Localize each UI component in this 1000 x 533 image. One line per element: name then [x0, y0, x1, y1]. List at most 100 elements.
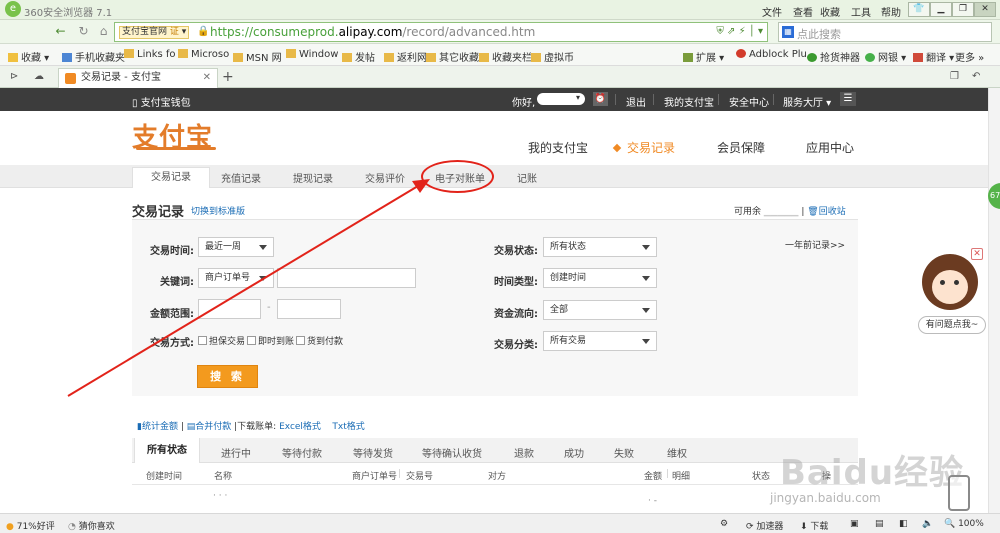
time-type-select[interactable]: 创建时间 — [543, 268, 657, 288]
security-center-link[interactable]: 安全中心 — [729, 94, 769, 109]
menu-view[interactable]: 查看 — [793, 4, 813, 19]
vertical-scrollbar[interactable] — [988, 88, 1000, 513]
site-verified-badge[interactable]: 支付宝官网 证 ▾ — [119, 26, 190, 39]
download-manager-button[interactable]: ⬇ 下载 — [800, 519, 828, 532]
status-icon-c[interactable]: ◧ — [899, 519, 908, 529]
nav-my-alipay[interactable]: 我的支付宝 — [528, 139, 588, 156]
bookmark-post[interactable]: 发帖 — [342, 49, 375, 64]
toolbar-ebank[interactable]: 网银 ▾ — [865, 49, 906, 64]
restore-button[interactable]: ❐ — [952, 2, 974, 17]
bookmark-rebate[interactable]: 返利网 — [384, 49, 427, 64]
close-helper-icon[interactable]: ✕ — [971, 248, 983, 260]
fund-flow-select[interactable]: 全部 — [543, 300, 657, 320]
stats-amount-link[interactable]: ▮统计金额 — [137, 422, 178, 432]
toolbar-adblock[interactable]: Adblock Plu — [736, 49, 807, 60]
toolbar-translate[interactable]: 翻译 ▾ — [913, 49, 954, 64]
zoom-level[interactable]: 🔍 100% — [944, 519, 984, 529]
new-tab-button[interactable]: + — [222, 69, 234, 85]
tab-list-icon[interactable]: ❐ — [950, 71, 959, 82]
keyword-input[interactable] — [277, 268, 416, 288]
menu-file[interactable]: 文件 — [762, 4, 782, 19]
bookmark-crypto[interactable]: 虚拟币 — [531, 49, 574, 64]
subnav-recharge[interactable]: 充值记录 — [221, 170, 261, 185]
amount-max-input[interactable] — [277, 299, 341, 319]
status-tab-all[interactable]: 所有状态 — [134, 438, 200, 463]
bookmark-others[interactable]: 其它收藏 — [426, 49, 479, 64]
search-engine-icon[interactable]: ▦ — [782, 26, 794, 38]
search-box[interactable]: ▦ 点此搜索 — [778, 22, 992, 42]
search-button[interactable]: 搜 索 — [197, 365, 258, 388]
refresh-icon[interactable]: ↻ — [75, 23, 92, 40]
tab-alipay-records[interactable]: 交易记录 - 支付宝 ✕ — [58, 68, 218, 88]
menu-help[interactable]: 帮助 — [881, 4, 901, 19]
status-tab-dispute[interactable]: 维权 — [667, 445, 687, 460]
bookmark-favorites[interactable]: 收藏 ▾ — [8, 49, 49, 64]
download-txt-link[interactable]: Txt格式 — [332, 422, 364, 432]
status-tab-await-shipping[interactable]: 等待发货 — [353, 445, 393, 460]
toolbar-extensions[interactable]: 扩展 ▾ — [683, 49, 724, 64]
address-bar-tools[interactable]: ⛨ ⇗ ⚡ │ ▾ — [716, 26, 763, 37]
amount-min-input[interactable] — [198, 299, 261, 319]
trade-time-select[interactable]: 最近一周 — [198, 237, 274, 257]
help-character-avatar[interactable] — [922, 254, 978, 310]
close-window-button[interactable]: ✕ — [974, 2, 996, 17]
back-arrow-icon[interactable]: ← — [52, 23, 69, 40]
sidebar-toggle-icon[interactable]: ⊳ — [10, 71, 18, 82]
alipay-logo[interactable]: 支付宝 — [132, 117, 216, 154]
bookmark-mobile[interactable]: 手机收藏夹 — [62, 49, 125, 64]
guess-you-like[interactable]: ◔ 猜你喜欢 — [68, 519, 115, 532]
checkbox-cod[interactable]: 货到付款 — [296, 334, 343, 347]
status-tab-failed[interactable]: 失败 — [614, 445, 634, 460]
status-icon-b[interactable]: ▤ — [875, 519, 884, 529]
toolbar-more[interactable]: 更多 » — [955, 49, 984, 64]
bookmark-favbar[interactable]: 收藏夹栏 — [479, 49, 532, 64]
nav-transaction-records[interactable]: 交易记录 — [612, 139, 675, 156]
bookmark-msn[interactable]: MSN 网 — [233, 49, 282, 64]
checkbox-instant[interactable]: 即时到账 — [247, 334, 294, 347]
menu-favorites[interactable]: 收藏 — [820, 4, 840, 19]
accelerator-button[interactable]: ⟳ 加速器 — [746, 519, 783, 532]
status-icon-a[interactable]: ▣ — [850, 519, 859, 529]
skin-button[interactable]: 👕 — [908, 2, 930, 17]
keyword-type-select[interactable]: 商户订单号 — [198, 268, 274, 288]
address-bar[interactable]: 支付宝官网 证 ▾ 🔒 https://consumeprod.alipay.c… — [114, 22, 768, 42]
logout-link[interactable]: 退出 — [626, 94, 646, 109]
my-alipay-link[interactable]: 我的支付宝 — [664, 94, 714, 109]
toolbar-grabber[interactable]: 抢货神器 — [807, 49, 860, 64]
help-bubble[interactable]: 有问题点我~ — [918, 316, 986, 334]
cloud-icon[interactable]: ☁ — [34, 71, 44, 82]
close-tab-icon[interactable]: ✕ — [203, 69, 211, 87]
bookmark-microsoft[interactable]: Microso — [178, 49, 229, 60]
nav-member-protection[interactable]: 会员保障 — [717, 139, 765, 156]
wallet-link[interactable]: ▯ 支付宝钱包 — [132, 94, 191, 109]
username-dropdown-icon[interactable]: ▾ — [576, 93, 580, 102]
status-tools-icon[interactable]: ⚙ — [720, 519, 728, 529]
trade-status-select[interactable]: 所有状态 — [543, 237, 657, 257]
status-tab-success[interactable]: 成功 — [564, 445, 584, 460]
subnav-transactions[interactable]: 交易记录 — [132, 167, 210, 188]
status-tab-await-payment[interactable]: 等待付款 — [282, 445, 322, 460]
url-text[interactable]: https://consumeprod.alipay.com/record/ad… — [210, 25, 535, 39]
download-excel-link[interactable]: Excel格式 — [279, 422, 321, 432]
year-ago-records-link[interactable]: 一年前记录>> — [785, 238, 845, 251]
status-tab-in-progress[interactable]: 进行中 — [221, 445, 251, 460]
trade-category-select[interactable]: 所有交易 — [543, 331, 657, 351]
subnav-bookkeeping[interactable]: 记账 — [517, 170, 537, 185]
subnav-reviews[interactable]: 交易评价 — [365, 170, 405, 185]
mute-icon[interactable]: 🔈 — [922, 519, 933, 529]
status-tab-refund[interactable]: 退款 — [514, 445, 534, 460]
recycle-bin-link[interactable]: 🗑回收站 — [807, 207, 845, 217]
status-tab-await-confirm[interactable]: 等待确认收货 — [422, 445, 482, 460]
service-hall-link[interactable]: 服务大厅 ▾ — [783, 94, 831, 109]
subnav-withdraw[interactable]: 提现记录 — [293, 170, 333, 185]
checkbox-escrow[interactable]: 担保交易 — [198, 334, 245, 347]
home-icon[interactable]: ⌂ — [95, 23, 112, 40]
switch-standard-link[interactable]: 切换到标准版 — [191, 204, 245, 217]
menu-list-icon[interactable]: ☰ — [840, 92, 856, 106]
merge-pay-link[interactable]: ▤合并付款 — [187, 422, 232, 432]
minimize-button[interactable]: ▁ — [930, 2, 952, 17]
mobile-phone-icon[interactable] — [948, 475, 970, 511]
menu-tools[interactable]: 工具 — [851, 4, 871, 19]
alarm-icon[interactable]: ⏰ — [593, 92, 608, 106]
rating-indicator[interactable]: ● 71%好评 — [6, 519, 55, 532]
